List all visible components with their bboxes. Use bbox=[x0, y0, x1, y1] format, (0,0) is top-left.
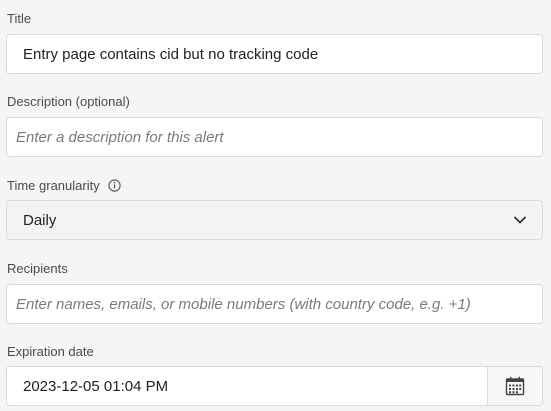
recipients-input[interactable]: Enter names, emails, or mobile numbers (… bbox=[6, 284, 543, 324]
granularity-selected: Daily bbox=[23, 211, 57, 229]
recipients-label: Recipients bbox=[7, 260, 68, 276]
expiration-label: Expiration date bbox=[7, 343, 94, 359]
recipients-placeholder: Enter names, emails, or mobile numbers (… bbox=[16, 295, 471, 313]
info-icon[interactable] bbox=[108, 178, 121, 192]
granularity-label: Time granularity bbox=[7, 176, 121, 194]
granularity-select[interactable]: Daily bbox=[6, 200, 543, 240]
title-input[interactable]: Entry page contains cid but no tracking … bbox=[6, 34, 543, 74]
chevron-down-icon bbox=[498, 201, 542, 239]
expiration-date-input[interactable]: 2023-12-05 01:04 PM bbox=[7, 367, 487, 405]
description-label: Description (optional) bbox=[7, 93, 130, 109]
expiration-date-field[interactable]: 2023-12-05 01:04 PM bbox=[6, 366, 543, 406]
description-placeholder: Enter a description for this alert bbox=[16, 128, 224, 146]
title-value: Entry page contains cid but no tracking … bbox=[23, 45, 319, 63]
description-input[interactable]: Enter a description for this alert bbox=[6, 117, 543, 157]
title-label: Title bbox=[7, 10, 32, 26]
calendar-icon[interactable] bbox=[487, 367, 542, 405]
